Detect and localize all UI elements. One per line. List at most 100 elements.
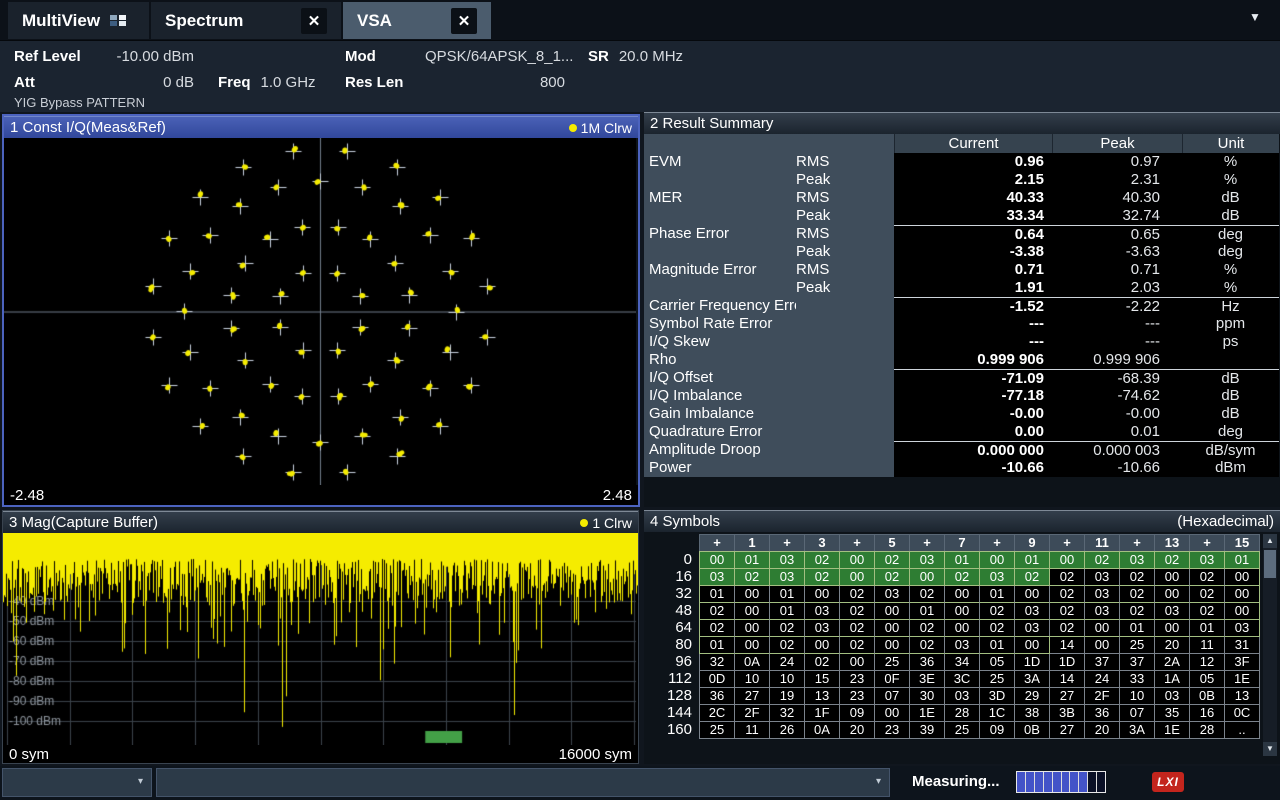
symbol-hex-cell: 31: [1224, 636, 1260, 654]
symbols-row-index: 112: [648, 670, 700, 688]
result-unit: dB: [1182, 387, 1279, 405]
symbol-hex-cell: 03: [699, 568, 735, 586]
symbols-column-header: 13: [1154, 534, 1190, 552]
symbol-hex-cell: 03: [804, 619, 840, 637]
symbols-row-index: 48: [648, 602, 700, 620]
panel-result-summary-header[interactable]: 2 Result Summary: [644, 112, 1280, 134]
result-current-value: ---: [894, 315, 1052, 333]
column-expand-button[interactable]: +: [1189, 534, 1225, 552]
symbol-hex-cell: 00: [1154, 585, 1190, 603]
symbol-hex-cell: 15: [804, 670, 840, 688]
symbol-hex-cell: 02: [1154, 551, 1190, 569]
result-unit: dBm: [1182, 459, 1279, 477]
symbol-hex-cell: 00: [874, 704, 910, 722]
column-expand-button[interactable]: +: [769, 534, 805, 552]
symbol-hex-cell: 00: [1224, 568, 1260, 586]
scrollbar-thumb[interactable]: [1264, 550, 1276, 578]
result-current-value: 40.33: [894, 189, 1052, 207]
result-summary-row: I/Q Offset-71.09-68.39dB: [644, 369, 1279, 387]
mod-field[interactable]: Mod QPSK/64APSK_8_1...: [345, 48, 573, 65]
symbol-hex-cell: 00: [1014, 636, 1050, 654]
symbol-hex-cell: 00: [1154, 619, 1190, 637]
symbol-hex-cell: 02: [734, 568, 770, 586]
result-subtype: RMS: [796, 153, 894, 171]
progress-segment: [1017, 772, 1026, 792]
mod-value: QPSK/64APSK_8_1...: [425, 48, 573, 65]
result-subtype: [796, 315, 894, 333]
scroll-up-icon[interactable]: ▲: [1263, 534, 1277, 548]
column-expand-button[interactable]: +: [909, 534, 945, 552]
att-field[interactable]: Att 0 dB: [14, 74, 194, 91]
constellation-plot[interactable]: [4, 138, 636, 485]
column-expand-button[interactable]: +: [1119, 534, 1155, 552]
sr-field[interactable]: SR 20.0 MHz: [588, 48, 683, 65]
symbols-row-index: 32: [648, 585, 700, 603]
lxi-logo: LXI: [1152, 772, 1184, 792]
symbol-hex-cell: 1E: [1154, 721, 1190, 739]
close-icon[interactable]: ✕: [451, 8, 477, 34]
column-expand-button[interactable]: +: [699, 534, 735, 552]
symbol-hex-cell: 23: [839, 670, 875, 688]
sr-label: SR: [588, 48, 609, 65]
tab-spectrum[interactable]: Spectrum ✕: [151, 2, 341, 39]
close-icon[interactable]: ✕: [301, 8, 327, 34]
result-peak-value: 0.65: [1052, 225, 1182, 244]
panel-symbols-subtitle: (Hexadecimal): [1177, 513, 1274, 530]
symbol-hex-cell: 03: [1084, 568, 1120, 586]
panel-constellation-header[interactable]: 1 Const I/Q(Meas&Ref) 1M Clrw: [4, 116, 638, 138]
symbol-hex-cell: 00: [944, 585, 980, 603]
column-expand-button[interactable]: +: [1049, 534, 1085, 552]
symbol-hex-cell: 03: [1154, 687, 1190, 705]
symbol-hex-cell: 02: [979, 619, 1015, 637]
panel-magnitude-header[interactable]: 3 Mag(Capture Buffer) 1 Clrw: [3, 511, 638, 533]
symbols-scrollbar[interactable]: ▲ ▼: [1263, 534, 1277, 756]
result-peak-value: -74.62: [1052, 387, 1182, 405]
symbol-hex-cell: 10: [769, 670, 805, 688]
result-current-value: 0.71: [894, 261, 1052, 279]
column-expand-button[interactable]: +: [979, 534, 1015, 552]
symbol-hex-cell: 02: [909, 619, 945, 637]
result-summary-row: Rho0.999 9060.999 906: [644, 351, 1279, 369]
status-dropdown-message[interactable]: ▾: [156, 768, 890, 797]
result-name: I/Q Offset: [644, 369, 796, 388]
result-current-value: -10.66: [894, 459, 1052, 477]
panel-symbols-header[interactable]: 4 Symbols (Hexadecimal): [644, 510, 1280, 532]
tab-overflow-button[interactable]: ▼: [1240, 10, 1270, 30]
symbol-hex-cell: 00: [944, 602, 980, 620]
result-peak-value: 32.74: [1052, 207, 1182, 225]
channel-settings-bar: Ref Level -10.00 dBm Att 0 dB Freq 1.0 G…: [0, 41, 1280, 112]
column-expand-button[interactable]: +: [839, 534, 875, 552]
symbol-hex-cell: 02: [1049, 585, 1085, 603]
progress-segment: [1044, 772, 1053, 792]
scroll-down-icon[interactable]: ▼: [1263, 742, 1277, 756]
symbol-hex-cell: 01: [734, 551, 770, 569]
symbol-hex-cell: 25: [1119, 636, 1155, 654]
symbol-hex-cell: 00: [1084, 636, 1120, 654]
result-subtype: [796, 351, 894, 369]
symbol-hex-cell: 02: [1119, 585, 1155, 603]
result-unit: %: [1182, 261, 1279, 279]
symbol-hex-cell: 01: [944, 551, 980, 569]
symbol-hex-cell: 0F: [874, 670, 910, 688]
res-len-field[interactable]: Res Len 800: [345, 74, 565, 91]
symbol-hex-cell: 27: [734, 687, 770, 705]
result-name: Rho: [644, 351, 796, 369]
freq-field[interactable]: Freq 1.0 GHz: [218, 74, 316, 91]
result-summary-row: Peak2.152.31%: [644, 171, 1279, 189]
tab-multiview[interactable]: MultiView: [8, 2, 149, 39]
progress-segment: [1079, 772, 1088, 792]
status-dropdown-left[interactable]: ▾: [2, 768, 152, 797]
magnitude-plot[interactable]: [3, 533, 638, 745]
symbol-hex-cell: 00: [1154, 568, 1190, 586]
ref-level-field[interactable]: Ref Level -10.00 dBm: [14, 48, 194, 65]
symbol-hex-cell: 10: [734, 670, 770, 688]
symbol-hex-cell: 01: [1119, 619, 1155, 637]
result-current-value: -3.38: [894, 243, 1052, 261]
symbols-row: 12836271913230730033D29272F10030B13: [648, 687, 1260, 705]
tab-vsa[interactable]: VSA ✕: [343, 2, 491, 39]
symbols-row: 1603020302000200020302020302000200: [648, 568, 1260, 586]
symbols-column-header: 9: [1014, 534, 1050, 552]
symbol-hex-cell: 24: [1084, 670, 1120, 688]
symbol-hex-cell: 0D: [699, 670, 735, 688]
symbol-hex-cell: 20: [1084, 721, 1120, 739]
